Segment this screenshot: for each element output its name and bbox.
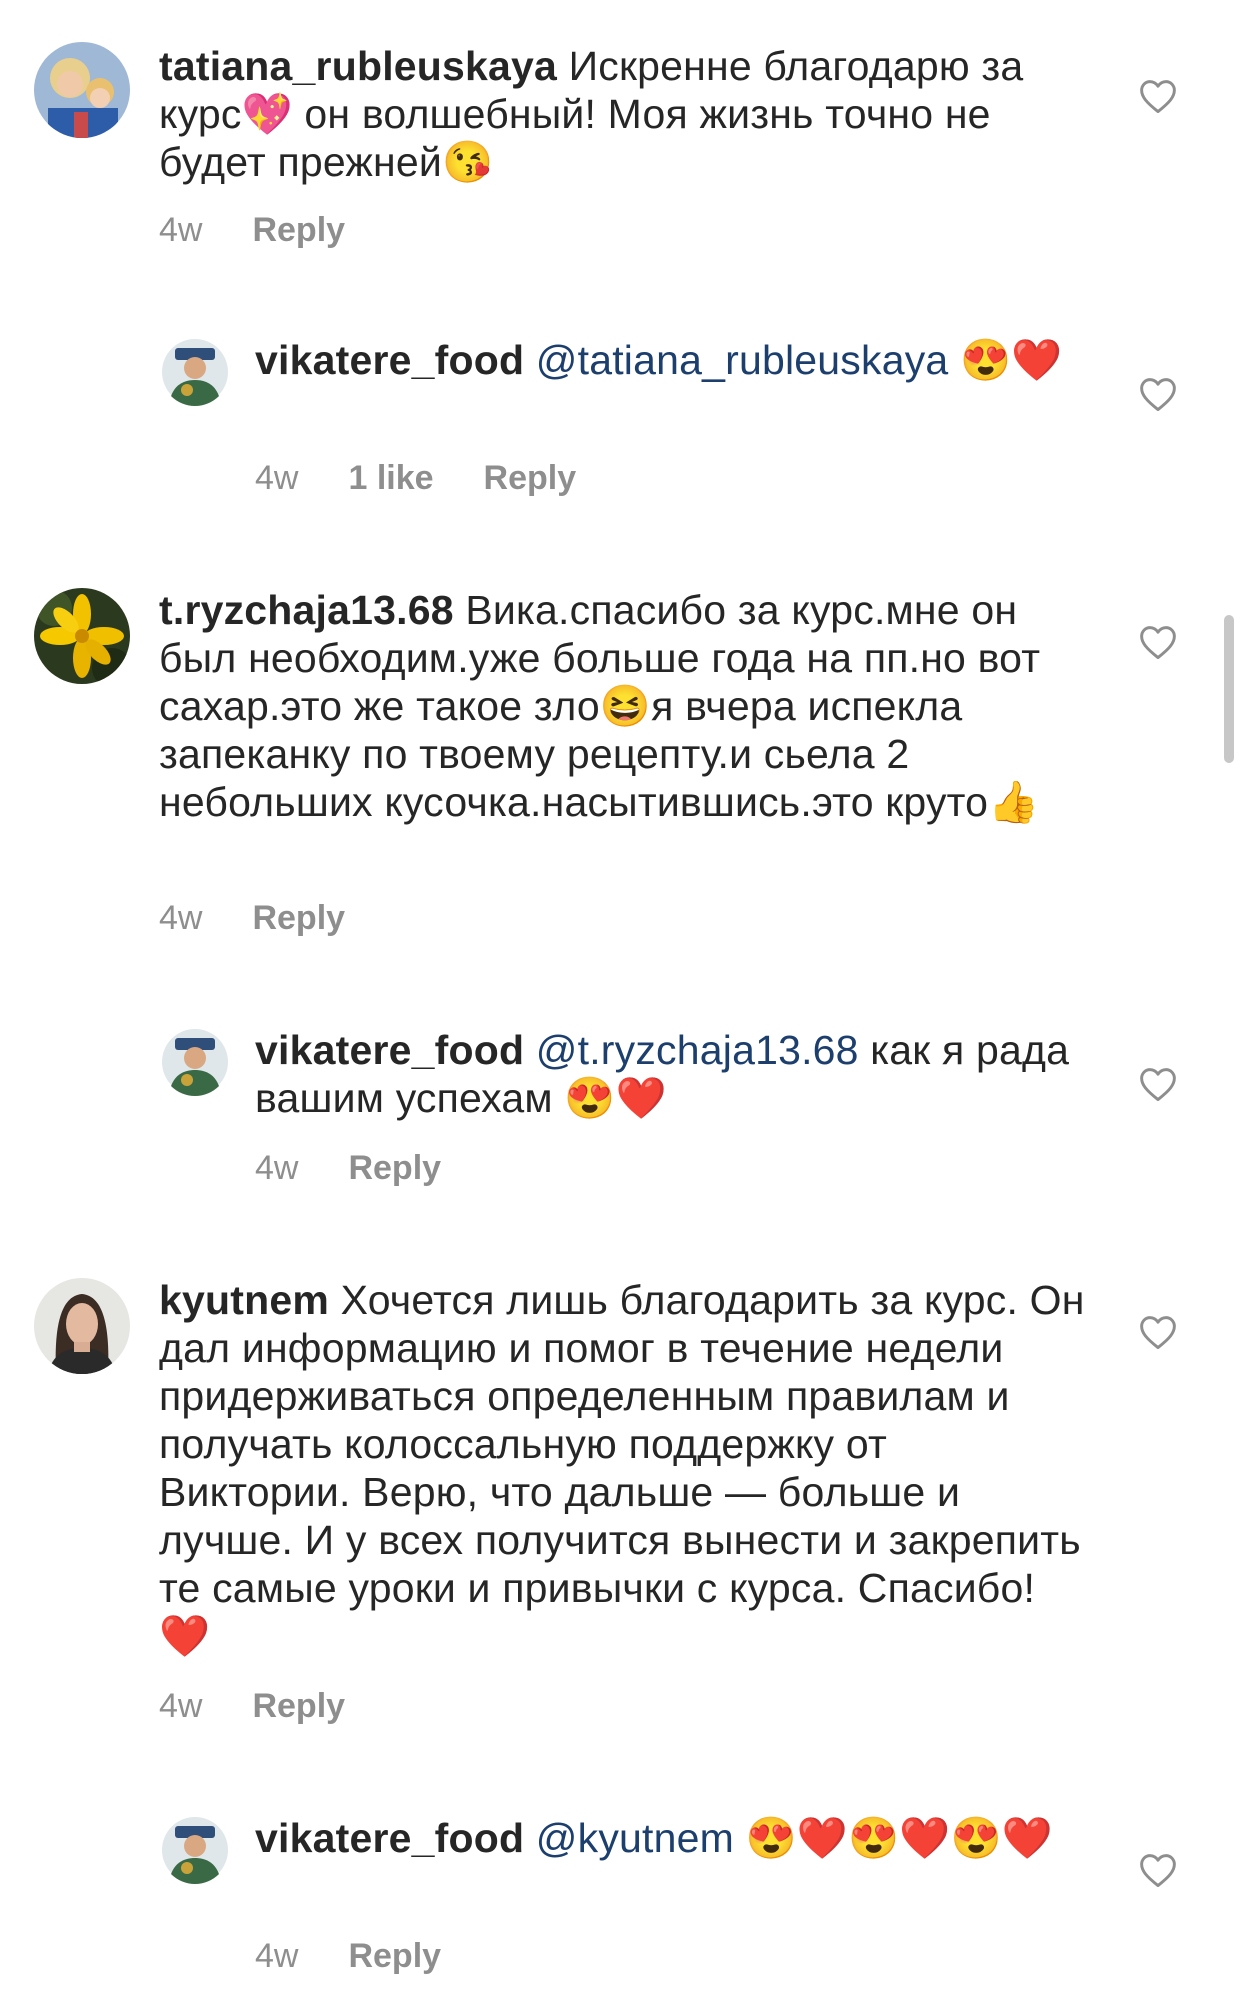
- comment-meta: 4w Reply: [159, 210, 395, 250]
- comment-body: 😍❤️: [948, 337, 1063, 383]
- timestamp: 4w: [255, 1149, 299, 1187]
- comment-meta: 4w 1 like Reply: [255, 458, 626, 498]
- avatar[interactable]: [161, 1028, 229, 1096]
- timestamp: 4w: [159, 899, 203, 937]
- timestamp: 4w: [159, 1687, 203, 1725]
- likes-count[interactable]: 1 like: [348, 458, 433, 498]
- username-link[interactable]: tatiana_rubleuskaya: [159, 43, 557, 89]
- avatar[interactable]: [161, 338, 229, 406]
- comment-meta: 4w Reply: [255, 1148, 491, 1188]
- avatar[interactable]: [161, 1816, 229, 1884]
- timestamp: 4w: [255, 1937, 299, 1975]
- like-button[interactable]: [1138, 1066, 1178, 1102]
- avatar[interactable]: [34, 588, 130, 684]
- comment-meta: 4w Reply: [159, 1686, 395, 1726]
- avatar[interactable]: [34, 1278, 130, 1374]
- comment-text: t.ryzchaja13.68 Вика.спасибо за курс.мне…: [159, 586, 1089, 826]
- timestamp: 4w: [159, 211, 203, 249]
- heart-outline-icon: [1140, 1854, 1176, 1888]
- comment-text: kyutnem Хочется лишь благодарить за курс…: [159, 1276, 1089, 1660]
- reply-button[interactable]: Reply: [348, 1936, 441, 1976]
- mention-link[interactable]: @t.ryzchaja13.68: [536, 1027, 859, 1073]
- comment-body: 😍❤️😍❤️😍❤️: [733, 1815, 1054, 1861]
- reply-button[interactable]: Reply: [252, 210, 345, 250]
- heart-outline-icon: [1140, 1316, 1176, 1350]
- username-link[interactable]: vikatere_food: [255, 1027, 524, 1073]
- mention-link[interactable]: @tatiana_rubleuskaya: [536, 337, 949, 383]
- comment-meta: 4w Reply: [255, 1936, 491, 1976]
- comment-text: vikatere_food @tatiana_rubleuskaya 😍❤️: [255, 336, 1090, 384]
- reply-button[interactable]: Reply: [252, 1686, 345, 1726]
- username-link[interactable]: vikatere_food: [255, 1815, 524, 1861]
- timestamp: 4w: [255, 459, 299, 497]
- username-link[interactable]: vikatere_food: [255, 337, 524, 383]
- like-button[interactable]: [1138, 376, 1178, 412]
- avatar[interactable]: [34, 42, 130, 138]
- reply-button[interactable]: Reply: [484, 458, 577, 498]
- comment-text: vikatere_food @kyutnem 😍❤️😍❤️😍❤️: [255, 1814, 1090, 1862]
- heart-outline-icon: [1140, 1068, 1176, 1102]
- like-button[interactable]: [1138, 1852, 1178, 1888]
- username-link[interactable]: t.ryzchaja13.68: [159, 587, 454, 633]
- comment-text: vikatere_food @t.ryzchaja13.68 как я рад…: [255, 1026, 1090, 1122]
- scrollbar[interactable]: [1224, 615, 1234, 763]
- comment-body: Хочется лишь благодарить за курс. Он дал…: [159, 1277, 1085, 1659]
- heart-outline-icon: [1140, 626, 1176, 660]
- mention-link[interactable]: @kyutnem: [536, 1815, 734, 1861]
- heart-outline-icon: [1140, 378, 1176, 412]
- comment-text: tatiana_rubleuskaya Искренне благодарю з…: [159, 42, 1089, 186]
- username-link[interactable]: kyutnem: [159, 1277, 329, 1323]
- like-button[interactable]: [1138, 624, 1178, 660]
- heart-outline-icon: [1140, 80, 1176, 114]
- like-button[interactable]: [1138, 78, 1178, 114]
- comment-meta: 4w Reply: [159, 898, 395, 938]
- reply-button[interactable]: Reply: [348, 1148, 441, 1188]
- reply-button[interactable]: Reply: [252, 898, 345, 938]
- like-button[interactable]: [1138, 1314, 1178, 1350]
